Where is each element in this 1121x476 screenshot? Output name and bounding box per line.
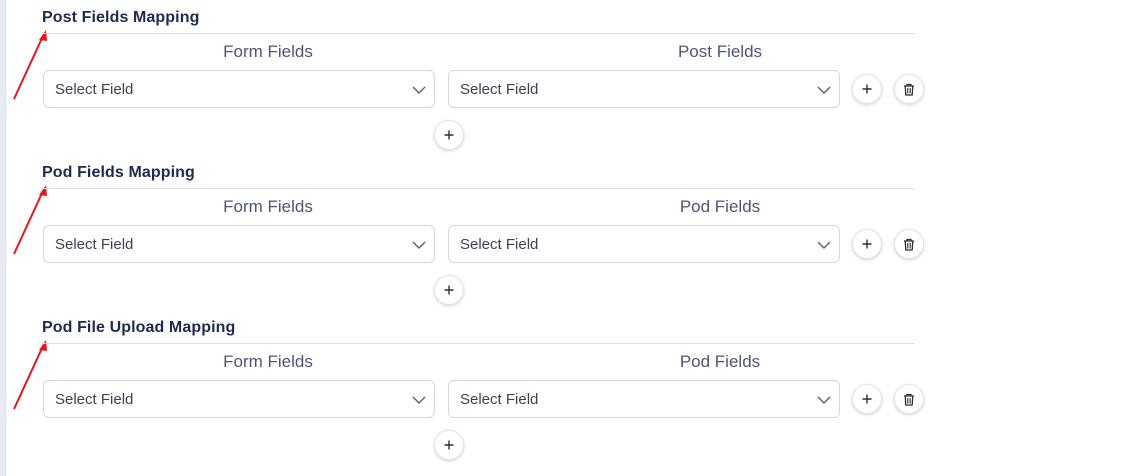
section-divider	[42, 33, 915, 34]
add-mapping-button[interactable]	[434, 275, 464, 305]
plus-icon	[862, 394, 872, 404]
select-placeholder: Select Field	[55, 391, 134, 408]
trash-icon	[904, 238, 914, 251]
form-field-select[interactable]: Select Field	[43, 225, 435, 263]
delete-row-button[interactable]	[894, 384, 924, 414]
trash-icon	[904, 83, 914, 96]
mapping-section-pod-fields: Pod Fields Mapping Form Fields Pod Field…	[0, 155, 1121, 310]
select-placeholder: Select Field	[55, 81, 134, 98]
section-title: Pod Fields Mapping	[42, 164, 195, 181]
add-mapping-button[interactable]	[434, 430, 464, 460]
select-placeholder: Select Field	[460, 236, 539, 253]
section-title: Post Fields Mapping	[42, 9, 200, 26]
pod-field-select[interactable]: Select Field	[448, 380, 840, 418]
chevron-down-icon	[817, 396, 831, 404]
post-field-select[interactable]: Select Field	[448, 70, 840, 108]
section-divider	[42, 188, 915, 189]
add-row-button[interactable]	[852, 74, 882, 104]
plus-icon	[444, 130, 454, 140]
pod-fields-header: Pod Fields	[679, 352, 761, 371]
select-placeholder: Select Field	[460, 391, 539, 408]
mapping-section-post-fields: Post Fields Mapping Form Fields Post Fie…	[0, 0, 1121, 155]
trash-icon	[904, 393, 914, 406]
chevron-down-icon	[817, 86, 831, 94]
select-placeholder: Select Field	[460, 81, 539, 98]
chevron-down-icon	[412, 86, 426, 94]
section-title: Pod File Upload Mapping	[42, 319, 236, 336]
form-fields-header: Form Fields	[223, 42, 313, 61]
chevron-down-icon	[817, 241, 831, 249]
add-row-button[interactable]	[852, 384, 882, 414]
add-mapping-button[interactable]	[434, 120, 464, 150]
plus-icon	[444, 440, 454, 450]
chevron-down-icon	[412, 396, 426, 404]
form-field-select[interactable]: Select Field	[43, 70, 435, 108]
plus-icon	[862, 239, 872, 249]
delete-row-button[interactable]	[894, 229, 924, 259]
form-field-select[interactable]: Select Field	[43, 380, 435, 418]
add-row-button[interactable]	[852, 229, 882, 259]
form-fields-header: Form Fields	[223, 197, 313, 216]
form-fields-header: Form Fields	[223, 352, 313, 371]
pod-fields-header: Pod Fields	[679, 197, 761, 216]
plus-icon	[444, 285, 454, 295]
chevron-down-icon	[412, 241, 426, 249]
plus-icon	[862, 84, 872, 94]
mapping-section-pod-file-upload: Pod File Upload Mapping Form Fields Pod …	[0, 310, 1121, 465]
pod-field-select[interactable]: Select Field	[448, 225, 840, 263]
section-divider	[42, 343, 915, 344]
post-fields-header: Post Fields	[677, 42, 763, 61]
delete-row-button[interactable]	[894, 74, 924, 104]
select-placeholder: Select Field	[55, 236, 134, 253]
